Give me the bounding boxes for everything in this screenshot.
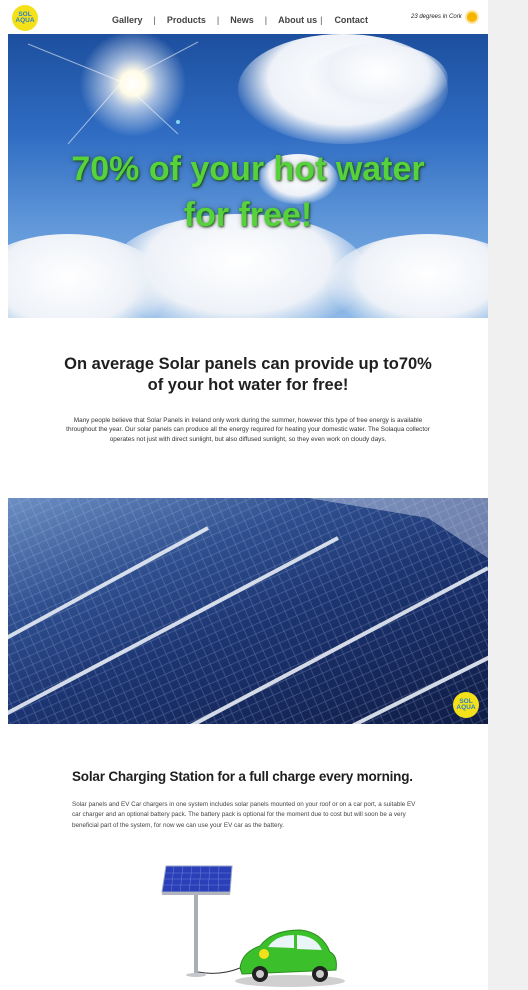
badge-line2: AQUA — [456, 704, 476, 711]
right-gutter — [488, 0, 528, 990]
hero-title-line1: 70% of your hot water — [71, 150, 425, 188]
charging-paragraph: Solar panels and EV Car chargers in one … — [72, 801, 416, 829]
charging-heading: Solar Charging Station for a full charge… — [72, 769, 413, 784]
sol-aqua-logo[interactable]: SOL AQUA — [12, 5, 38, 31]
solar-panel-graphic — [8, 498, 488, 724]
nav-gallery[interactable]: Gallery — [112, 15, 143, 25]
intro-paragraph: Many people believe that Solar Panels in… — [66, 417, 430, 443]
weather-text: 23 degrees in Cork — [411, 14, 462, 20]
nav-separator: | — [216, 15, 220, 25]
site-header: SOL AQUA Gallery | Products | News | Abo… — [0, 0, 488, 34]
nav-separator: | — [264, 15, 268, 25]
nav-separator: | — [320, 15, 323, 25]
intro-heading-line1: On average Solar panels can provide up t… — [64, 355, 432, 373]
sol-aqua-badge: SOL AQUA — [453, 692, 479, 718]
logo-line2: AQUA — [15, 17, 35, 24]
solar-charger-illustration — [161, 865, 345, 987]
page: SOL AQUA Gallery | Products | News | Abo… — [0, 0, 488, 990]
nav-about-us[interactable]: About us — [278, 15, 317, 25]
nav-news[interactable]: News — [230, 15, 254, 25]
main-nav: Gallery | Products | News | About us | C… — [112, 13, 368, 27]
intro-heading-line2: of your hot water for free! — [147, 376, 349, 394]
hero-title-line2: for free! — [183, 196, 313, 234]
intro-heading: On average Solar panels can provide up t… — [60, 354, 436, 396]
hero-title: 70% of your hot water for free! — [8, 146, 488, 238]
sun-icon — [467, 12, 477, 22]
hero-banner: 70% of your hot water for free! — [8, 34, 488, 318]
cloud — [308, 44, 448, 114]
nav-separator: | — [153, 15, 156, 25]
nav-products[interactable]: Products — [167, 15, 206, 25]
nav-contact[interactable]: Contact — [334, 15, 368, 25]
solar-panels-photo: SOL AQUA — [8, 498, 488, 724]
